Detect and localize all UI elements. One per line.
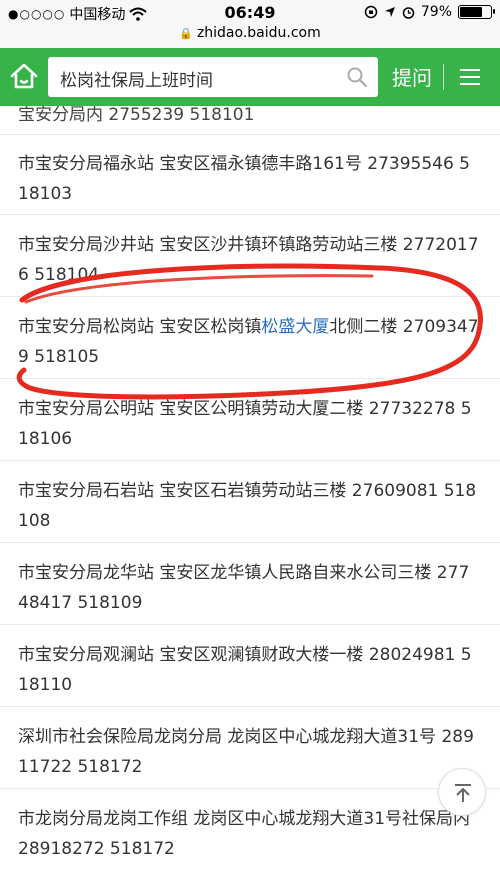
list-item: 市宝安分局观澜站 宝安区观澜镇财政大楼一楼 28024981 518110 xyxy=(18,645,472,695)
separator xyxy=(0,542,500,543)
site-header: 松岗社保局上班时间 提问 xyxy=(0,48,500,106)
separator xyxy=(0,134,500,135)
separator xyxy=(0,624,500,625)
separator xyxy=(0,214,500,215)
separator xyxy=(0,460,500,461)
alarm-icon xyxy=(402,6,415,19)
separator xyxy=(0,378,500,379)
list-item: 市宝安分局沙井站 宝安区沙井镇环镇路劳动站三楼 27720176 518104 xyxy=(18,235,479,285)
rotation-lock-icon xyxy=(364,5,378,19)
list-item: 市宝安分局石岩站 宝安区石岩镇劳动站三楼 27609081 518108 xyxy=(18,481,477,531)
battery-percent: 79% xyxy=(420,4,452,20)
search-icon[interactable] xyxy=(346,66,368,88)
separator xyxy=(0,296,500,297)
location-arrow-icon xyxy=(384,7,395,17)
partial-entry: 宝安分局内 2755239 518101 xyxy=(18,106,255,125)
search-input[interactable]: 松岗社保局上班时间 xyxy=(48,57,378,97)
answer-content: 宝安分局内 2755239 518101 市宝安分局福永站 宝安区福永镇德丰路1… xyxy=(0,106,500,890)
list-item: 市龙岗分局龙岗工作组 龙岗区中心城龙翔大道31号社保局内 28918272 51… xyxy=(18,809,471,859)
list-item-highlighted: 市宝安分局松岗站 宝安区松岗镇松盛大厦北侧二楼 27093479 518105 xyxy=(18,312,480,372)
battery-fill xyxy=(460,7,483,17)
back-to-top-button[interactable] xyxy=(438,768,486,816)
home-icon[interactable] xyxy=(8,60,40,92)
ask-button[interactable]: 提问 xyxy=(392,62,432,91)
arrow-up-icon xyxy=(455,784,471,802)
header-divider xyxy=(443,64,444,90)
battery-icon xyxy=(458,5,495,19)
status-bar: ●○○○○ 中国移动 06:49 79% 🔒 zhidao.baidu.com xyxy=(0,0,500,48)
separator xyxy=(0,788,500,789)
list-item: 市宝安分局龙华站 宝安区龙华镇人民路自来水公司三楼 27748417 51810… xyxy=(18,563,470,613)
separator xyxy=(0,706,500,707)
menu-icon[interactable] xyxy=(458,65,482,89)
list-item: 市宝安分局公明站 宝安区公明镇劳动大厦二楼 27732278 518106 xyxy=(18,399,472,449)
list-item: 深圳市社会保险局龙岗分局 龙岗区中心城龙翔大道31号 28911722 5181… xyxy=(18,727,474,777)
building-link[interactable]: 松盛大厦 xyxy=(261,317,329,337)
search-query: 松岗社保局上班时间 xyxy=(60,71,213,91)
status-right: 79% xyxy=(364,4,495,20)
lock-icon: 🔒 xyxy=(179,27,193,40)
url-text: zhidao.baidu.com xyxy=(196,25,321,41)
address-bar[interactable]: 🔒 zhidao.baidu.com xyxy=(0,25,500,41)
list-item: 市宝安分局福永站 宝安区福永镇德丰路161号 27395546 518103 xyxy=(18,154,471,204)
entry-text-before: 市宝安分局松岗站 宝安区松岗镇 xyxy=(18,317,262,337)
